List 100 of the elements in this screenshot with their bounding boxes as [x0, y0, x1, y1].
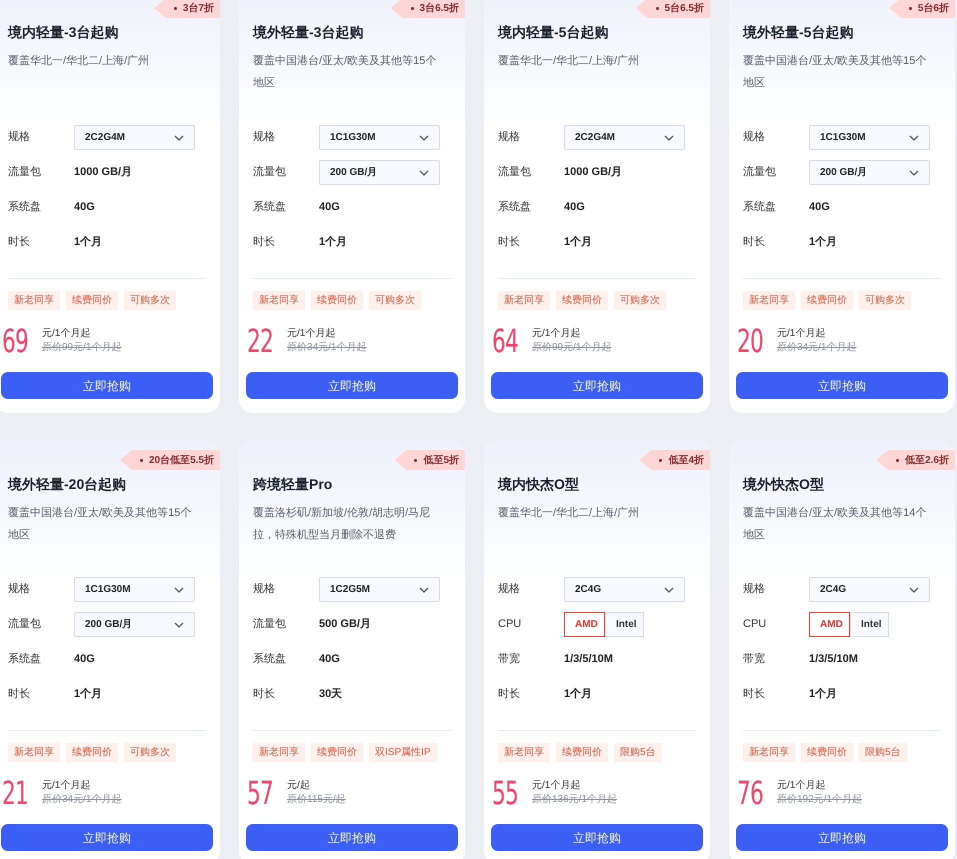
card-title: 境外轻量-3台起购: [253, 23, 364, 42]
chevron-down-icon: [909, 170, 919, 176]
chevron-down-icon: [419, 586, 429, 592]
spec-value: 1个月: [809, 234, 838, 250]
card-description: 覆盖华北一/华北二/上海/广州: [8, 54, 150, 69]
spec-label: CPU: [498, 617, 522, 632]
select-field[interactable]: 1C1G30M: [809, 125, 930, 150]
feature-tag: 限购5台: [859, 743, 907, 762]
spec-label: 流量包: [498, 164, 532, 180]
buy-button[interactable]: 立即抢购: [491, 824, 703, 851]
spec-value: 40G: [319, 652, 340, 668]
original-price: 原价34元/1个月起: [777, 341, 856, 355]
feature-tag: 双ISP属性IP: [369, 743, 437, 762]
buy-button[interactable]: 立即抢购: [1, 372, 213, 399]
spec-value: 1个月: [564, 686, 592, 702]
feature-tag: 新老同享: [743, 743, 795, 762]
card-description: 覆盖中国港台/亚太/欧美及其他等15个地区: [743, 54, 928, 91]
spec-label: 时长: [498, 687, 521, 702]
feature-tag: 续费同价: [556, 291, 608, 310]
spec-label: 时长: [743, 235, 766, 250]
chevron-down-icon: [664, 134, 674, 140]
feature-tag: 可购多次: [614, 291, 666, 310]
buy-button[interactable]: 立即抢购: [246, 824, 458, 851]
select-field[interactable]: 2C2G4M: [74, 125, 195, 150]
spec-value: 40G: [74, 652, 95, 668]
chevron-down-icon: [419, 134, 429, 140]
buy-button[interactable]: 立即抢购: [246, 372, 458, 399]
card-title: 境外轻量-5台起购: [743, 23, 854, 42]
option-button[interactable]: Intel: [605, 612, 644, 637]
option-button[interactable]: AMD: [809, 612, 850, 637]
select-field[interactable]: 2C2G4M: [564, 125, 685, 150]
card-title: 境外快杰O型: [743, 475, 825, 494]
discount-badge: 3台7折: [154, 0, 220, 18]
select-field[interactable]: 1C2G5M: [319, 577, 440, 602]
feature-tag: 可购多次: [369, 291, 421, 310]
option-button[interactable]: AMD: [564, 612, 605, 637]
select-field[interactable]: 200 GB/月: [319, 160, 440, 185]
feature-tag: 新老同享: [498, 743, 550, 762]
feature-tag: 新老同享: [743, 291, 795, 310]
original-price: 原价136元/1个月起: [532, 793, 618, 807]
original-price: 原价99元/1个月起: [532, 341, 612, 355]
spec-label: 规格: [743, 582, 766, 598]
spec-value: 40G: [319, 200, 340, 216]
feature-tag: 续费同价: [556, 743, 608, 762]
card-description: 覆盖中国港台/亚太/欧美及其他等15个地区: [253, 54, 438, 91]
spec-label: 规格: [8, 582, 31, 598]
spec-label: 带宽: [743, 652, 766, 668]
spec-value: 1个月: [564, 234, 592, 250]
spec-label: 时长: [253, 235, 276, 250]
feature-tag: 续费同价: [311, 291, 363, 310]
feature-tag: 新老同享: [498, 291, 550, 310]
discount-badge: 5台6折: [888, 0, 955, 18]
spec-value: 1/3/5/10M: [564, 652, 613, 668]
price-unit: 元/起: [287, 779, 311, 793]
spec-label: 规格: [8, 130, 31, 146]
price: 57: [247, 776, 270, 810]
select-field[interactable]: 2C4G: [809, 577, 930, 602]
option-button[interactable]: Intel: [850, 612, 889, 637]
feature-tag: 新老同享: [8, 291, 60, 310]
card-title: 境内快杰O型: [498, 475, 580, 494]
price-unit: 元/1个月起: [287, 327, 336, 341]
price: 21: [2, 776, 24, 810]
spec-value: 1000 GB/月: [564, 165, 622, 180]
spec-label: 时长: [8, 687, 31, 702]
spec-label: 规格: [253, 582, 276, 598]
spec-label: 规格: [253, 130, 276, 146]
select-field[interactable]: 200 GB/月: [74, 612, 195, 637]
feature-tag: 续费同价: [801, 743, 853, 762]
select-field[interactable]: 1C1G30M: [319, 125, 440, 150]
spec-label: 规格: [498, 582, 521, 598]
buy-button[interactable]: 立即抢购: [736, 824, 948, 851]
spec-label: 流量包: [8, 164, 42, 180]
card-description: 覆盖华北一/华北二/上海/广州: [498, 54, 640, 69]
spec-label: 流量包: [253, 616, 287, 632]
spec-label: 时长: [743, 687, 766, 702]
discount-badge: 20台低至5.5折: [120, 450, 220, 470]
card-description: 覆盖华北一/华北二/上海/广州: [498, 506, 640, 521]
feature-tag: 新老同享: [253, 743, 305, 762]
select-field[interactable]: 1C1G30M: [74, 577, 195, 602]
card-description: 覆盖洛杉矶/新加坡/伦敦/胡志明/马尼拉，特殊机型当月删除不退费: [253, 506, 432, 543]
feature-tag: 可购多次: [859, 291, 911, 310]
buy-button[interactable]: 立即抢购: [736, 372, 948, 399]
discount-badge: 低至4折: [639, 450, 710, 470]
spec-value: 1000 GB/月: [74, 165, 132, 180]
feature-tag: 续费同价: [801, 291, 853, 310]
card-title: 跨境轻量Pro: [253, 475, 334, 494]
select-field[interactable]: 2C4G: [564, 577, 685, 602]
feature-tag: 续费同价: [66, 743, 118, 762]
spec-value: 1/3/5/10M: [809, 652, 858, 668]
spec-value: 1个月: [74, 234, 102, 250]
card-description: 覆盖中国港台/亚太/欧美及其他等14个地区: [743, 506, 928, 543]
spec-value: 1个月: [809, 686, 838, 702]
original-price: 原价34元/1个月起: [42, 793, 122, 807]
spec-label: 系统盘: [498, 200, 532, 216]
buy-button[interactable]: 立即抢购: [491, 372, 703, 399]
card-description: 覆盖中国港台/亚太/欧美及其他等15个地区: [8, 506, 192, 543]
buy-button[interactable]: 立即抢购: [1, 824, 213, 851]
select-field[interactable]: 200 GB/月: [809, 160, 930, 185]
feature-tag: 可购多次: [124, 291, 176, 310]
feature-tag: 限购5台: [614, 743, 662, 762]
